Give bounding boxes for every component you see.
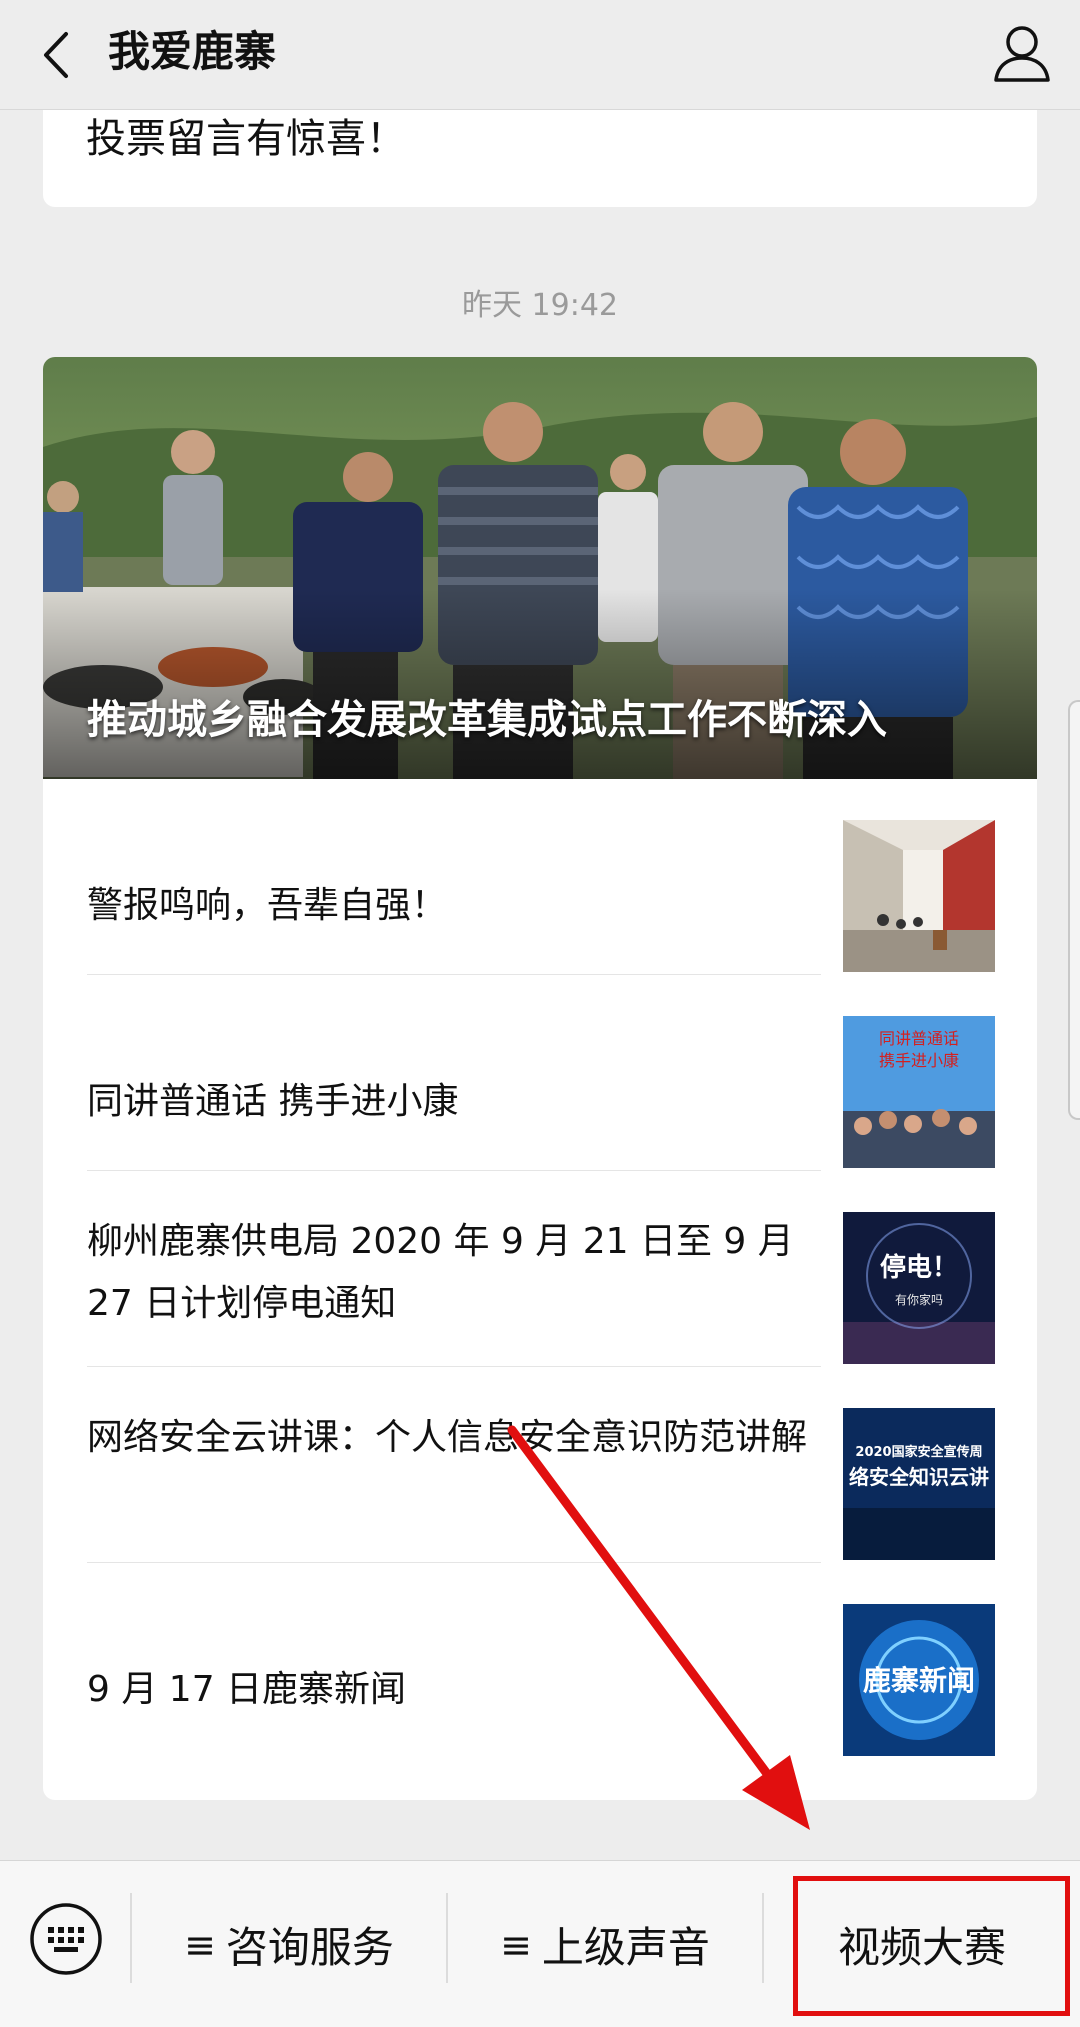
item-title: 网络安全云讲课：个人信息安全意识防范讲解 xyxy=(87,1417,808,1458)
thumb-text: 鹿寨新闻 xyxy=(863,1664,975,1697)
thumb-text: 2020国家安全宣传周 xyxy=(855,1444,982,1460)
previous-message-card[interactable]: 投票留言有惊喜！ xyxy=(43,110,1037,207)
menu-item-label: 咨询服务 xyxy=(225,1923,394,1972)
list-item[interactable]: 9 月 17 日鹿寨新闻 鹿寨新闻 xyxy=(43,1563,1037,1759)
back-button[interactable] xyxy=(28,20,88,90)
keyboard-icon xyxy=(30,1903,102,1975)
news-card: 推动城乡融合发展改革集成试点工作不断深入 警报鸣响，吾辈自强！ 同讲普通话 携手… xyxy=(43,357,1037,1800)
thumb-text: 络安全知识云讲 xyxy=(849,1465,989,1489)
list-item[interactable]: 同讲普通话 携手进小康 同讲普通话 携手进小康 xyxy=(43,975,1037,1171)
profile-button[interactable] xyxy=(982,14,1062,94)
thumb-text: 携手进小康 xyxy=(879,1051,959,1070)
cover-title: 推动城乡融合发展改革集成试点工作不断深入 xyxy=(87,697,887,743)
list-item[interactable]: 柳州鹿寨供电局 2020 年 9 月 21 日至 9 月 27 日计划停电通知 … xyxy=(43,1171,1037,1367)
previous-message-text: 投票留言有惊喜！ xyxy=(86,116,406,162)
menu-list-icon: ≡ xyxy=(184,1922,216,1967)
item-title: 9 月 17 日鹿寨新闻 xyxy=(87,1669,407,1710)
list-item[interactable]: 警报鸣响，吾辈自强！ xyxy=(43,779,1037,975)
page-title: 我爱鹿寨 xyxy=(108,27,277,76)
keyboard-toggle-button[interactable] xyxy=(28,1901,104,1977)
person-icon xyxy=(994,26,1050,82)
item-thumbnail: 同讲普通话 携手进小康 xyxy=(843,1016,995,1168)
annotation-highlight-box xyxy=(793,1876,1070,2016)
list-item[interactable]: 网络安全云讲课：个人信息安全意识防范讲解 2020国家安全宣传周 络安全知识云讲 xyxy=(43,1367,1037,1563)
item-thumbnail: 2020国家安全宣传周 络安全知识云讲 xyxy=(843,1408,995,1560)
item-title: 警报鸣响，吾辈自强！ xyxy=(87,885,448,926)
menu-item-consult[interactable]: ≡ 咨询服务 xyxy=(132,1861,446,2027)
thumb-text: 有你家吗 xyxy=(895,1292,943,1307)
menu-item-label: 上级声音 xyxy=(541,1923,710,1972)
cover-article[interactable]: 推动城乡融合发展改革集成试点工作不断深入 xyxy=(43,357,1037,779)
item-thumbnail xyxy=(843,820,995,972)
thumb-text: 同讲普通话 xyxy=(879,1029,959,1048)
item-title: 柳州鹿寨供电局 2020 年 9 月 21 日至 9 月 27 日计划停电通知 xyxy=(87,1221,794,1324)
message-timestamp: 昨天 19:42 xyxy=(462,288,618,323)
menu-item-voice[interactable]: ≡ 上级声音 xyxy=(448,1861,762,2027)
item-thumbnail: 鹿寨新闻 xyxy=(843,1604,995,1756)
item-thumbnail: 停电！ 有你家吗 xyxy=(843,1212,995,1364)
item-title: 同讲普通话 携手进小康 xyxy=(87,1081,459,1122)
scroll-edge xyxy=(1068,700,1080,1120)
chevron-left-icon xyxy=(44,32,68,78)
menu-list-icon: ≡ xyxy=(500,1922,532,1967)
thumb-text: 停电！ xyxy=(880,1252,958,1283)
top-bar: 我爱鹿寨 xyxy=(0,0,1080,110)
